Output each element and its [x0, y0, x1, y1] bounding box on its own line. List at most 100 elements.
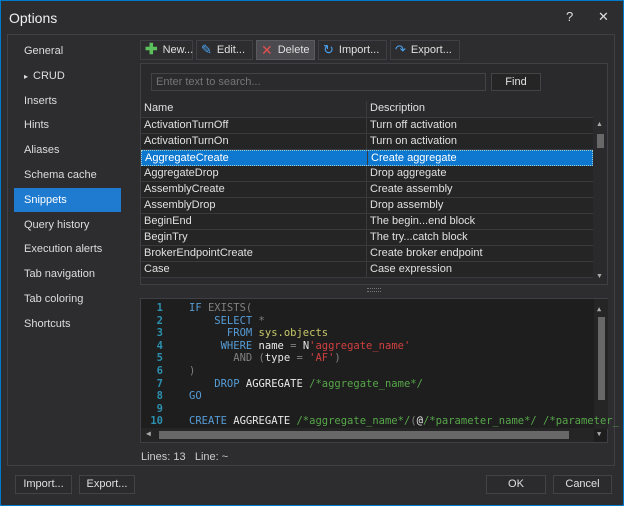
- sidebar-item-execution-alerts[interactable]: Execution alerts: [14, 237, 121, 261]
- sidebar-item-label: Tab navigation: [24, 268, 95, 281]
- dialog-title: Options: [9, 10, 58, 26]
- name-cell: BrokerEndpointCreate: [141, 246, 367, 261]
- table-row[interactable]: BeginTry The try...catch block: [141, 230, 593, 246]
- code-line: GO: [189, 390, 202, 402]
- sidebar-item-label: Query history: [24, 218, 90, 231]
- editor-vertical-scrollbar[interactable]: ▲: [594, 299, 608, 429]
- description-cell: Create assembly: [370, 183, 453, 195]
- find-button[interactable]: Find: [491, 73, 541, 91]
- sidebar-item-general[interactable]: General: [14, 39, 121, 63]
- sidebar-item-tab-navigation[interactable]: Tab navigation: [14, 262, 121, 286]
- description-cell: Create broker endpoint: [370, 247, 483, 259]
- import-button[interactable]: ↻ Import...: [318, 40, 387, 60]
- sidebar-item-label: Shortcuts: [24, 317, 71, 330]
- sidebar-item-shortcuts[interactable]: Shortcuts: [14, 312, 121, 336]
- scroll-thumb[interactable]: [159, 431, 569, 439]
- status-bar: Lines: 13 Line: ~: [141, 451, 228, 463]
- export-button[interactable]: ↷ Export...: [390, 40, 460, 60]
- column-header-description[interactable]: Description: [367, 101, 593, 117]
- sidebar-item-hints[interactable]: Hints: [14, 113, 121, 137]
- code-token: SELECT: [189, 314, 259, 327]
- edit-button[interactable]: ✎ Edit...: [196, 40, 253, 60]
- expand-arrow-icon[interactable]: ▸: [24, 72, 28, 81]
- code-token: name: [258, 339, 291, 352]
- table-row[interactable]: ActivationTurnOff Turn off activation: [141, 118, 593, 134]
- sidebar-item-label: Tab coloring: [24, 293, 84, 305]
- line-number: 7: [156, 377, 163, 390]
- help-button[interactable]: ?: [566, 9, 573, 24]
- sidebar-item-snippets[interactable]: Snippets: [14, 187, 121, 212]
- table-row[interactable]: BrokerEndpointCreate Create broker endpoi…: [141, 246, 593, 262]
- line-number: 5: [156, 352, 163, 365]
- footer-export-button[interactable]: Export...: [79, 475, 135, 494]
- code-token: =: [296, 352, 310, 365]
- name-cell: AssemblyDrop: [141, 198, 367, 213]
- name-cell: AggregateDrop: [141, 166, 367, 181]
- scroll-thumb[interactable]: [598, 317, 605, 400]
- code-token: ): [334, 352, 341, 365]
- table-row[interactable]: AggregateDrop Drop aggregate: [141, 166, 593, 182]
- search-input[interactable]: [151, 73, 486, 91]
- sidebar-item-label: Execution alerts: [24, 243, 103, 256]
- name-cell: BeginTry: [141, 230, 367, 245]
- description-cell: Drop aggregate: [370, 167, 447, 179]
- editor-horizontal-scrollbar[interactable]: ◀: [141, 428, 594, 442]
- sidebar-item-query-history[interactable]: Query history: [14, 213, 121, 237]
- splitter-handle[interactable]: [367, 288, 381, 292]
- sidebar-item-schema-cache[interactable]: Schema cache: [14, 163, 121, 187]
- scroll-left-icon[interactable]: ◀: [146, 429, 151, 438]
- code-line: FROM sys.objects: [189, 327, 328, 339]
- code-line: AND (type = 'AF'): [189, 352, 341, 364]
- name-cell: AggregateCreate: [142, 151, 368, 165]
- code-line: SELECT *: [189, 315, 265, 327]
- column-header-name[interactable]: Name: [141, 101, 367, 117]
- table-row[interactable]: BeginEnd The begin...end block: [141, 214, 593, 230]
- scroll-down-icon[interactable]: ▼: [597, 430, 601, 438]
- table-row[interactable]: AssemblyDrop Drop assembly: [141, 198, 593, 214]
- sidebar-item-label: Snippets: [24, 193, 67, 206]
- cancel-button[interactable]: Cancel: [553, 475, 612, 494]
- sidebar-item-label: Schema cache: [24, 169, 97, 181]
- sidebar-item-aliases[interactable]: Aliases: [14, 138, 121, 162]
- code-token: AND (: [189, 352, 265, 365]
- footer-import-button[interactable]: Import...: [15, 475, 72, 494]
- code-token: ): [189, 365, 196, 377]
- sidebar-item-label: CRUD: [33, 69, 65, 82]
- new-button[interactable]: ✚ New...: [140, 40, 193, 60]
- code-line: DROP AGGREGATE /*aggregate_name*/: [189, 378, 423, 390]
- import-arrow-icon: ↻: [323, 42, 334, 57]
- sidebar-item-crud[interactable]: ▸ CRUD: [14, 64, 121, 88]
- sidebar-item-tab-coloring[interactable]: Tab coloring: [14, 287, 121, 311]
- ok-button[interactable]: OK: [486, 475, 546, 494]
- line-number: 9: [156, 402, 163, 415]
- export-label: Export...: [410, 44, 452, 56]
- code-line: IF EXISTS(: [189, 302, 252, 314]
- name-cell: Case: [141, 262, 367, 277]
- current-line: Line: ~: [194, 451, 229, 463]
- code-token: IF: [189, 302, 208, 314]
- table-vertical-scrollbar[interactable]: ▲ ▼: [593, 101, 607, 284]
- table-row[interactable]: Case Case expression: [141, 262, 593, 278]
- code-token: 'AF': [309, 352, 335, 365]
- line-number: 6: [156, 365, 163, 377]
- name-cell: ActivationTurnOn: [141, 134, 367, 149]
- table-row[interactable]: AssemblyCreate Create assembly: [141, 182, 593, 198]
- scroll-thumb[interactable]: [597, 134, 604, 148]
- delete-button[interactable]: ✕ Delete: [256, 40, 315, 60]
- line-number: 2: [156, 314, 163, 327]
- code-token: =: [290, 339, 303, 352]
- scroll-down-icon[interactable]: ▼: [596, 273, 603, 280]
- close-button[interactable]: ✕: [598, 9, 609, 25]
- code-editor[interactable]: ▲ ◀ ▼ 1 IF EXISTS(2 SELECT * 3 FROM sys.ob…: [140, 298, 619, 443]
- name-cell: BeginEnd: [141, 214, 367, 229]
- code-token: GO: [189, 390, 202, 403]
- scroll-up-icon[interactable]: ▲: [596, 121, 603, 128]
- scroll-up-icon[interactable]: ▲: [597, 305, 601, 313]
- sidebar-item-label: Inserts: [24, 94, 58, 107]
- sidebar-item-inserts[interactable]: Inserts: [14, 89, 121, 113]
- plus-icon: ✚: [145, 41, 158, 58]
- table-row[interactable]: ActivationTurnOn Turn on activation: [141, 134, 593, 150]
- table-row[interactable]: AggregateCreate Create aggregate: [141, 150, 593, 166]
- table-header: Name Description: [141, 101, 593, 118]
- snippets-table: Name Description ActivationTurnOff Turn o…: [141, 101, 593, 278]
